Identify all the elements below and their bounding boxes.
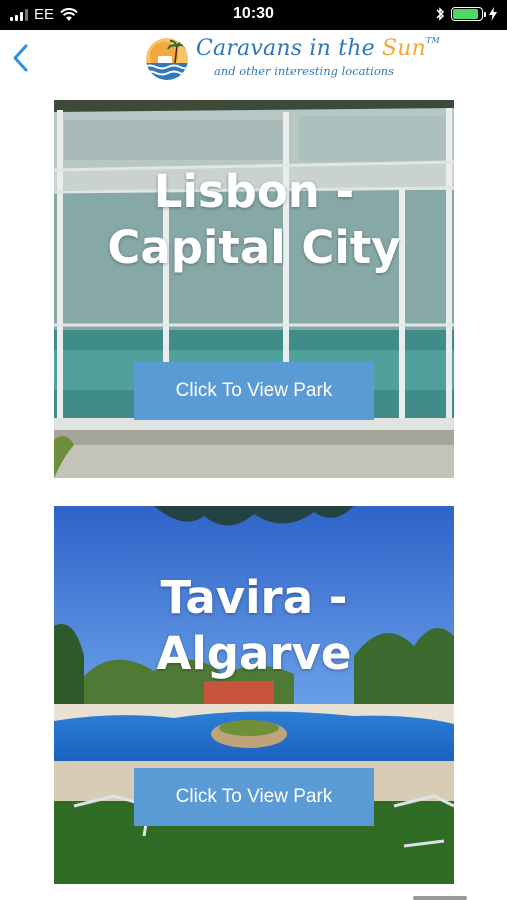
- park-image-tavira: [54, 506, 454, 884]
- status-time: 10:30: [233, 5, 274, 22]
- logo-name: Caravans in the SunTM: [196, 36, 440, 61]
- park-title-line1: Lisbon -: [153, 165, 355, 218]
- view-park-button-tavira[interactable]: Click To View Park: [134, 768, 374, 826]
- battery-level: [453, 9, 479, 19]
- scroll-indicator[interactable]: [413, 896, 467, 900]
- park-title-lisbon: Lisbon - Capital City: [54, 164, 454, 276]
- park-image-lisbon: [54, 100, 454, 478]
- battery-icon: [451, 7, 486, 21]
- park-title-line2: Algarve: [156, 627, 352, 680]
- logo-trademark: TM: [426, 36, 440, 45]
- park-title-line1: Tavira -: [160, 571, 348, 624]
- charging-icon: [489, 7, 497, 21]
- park-card-tavira: Tavira - Algarve Click To View Park: [54, 506, 454, 884]
- park-title-tavira: Tavira - Algarve: [54, 570, 454, 682]
- status-bar: EE 10:30: [0, 0, 507, 30]
- logo-name-accent: Sun: [382, 36, 427, 61]
- app-logo: Caravans in the SunTM and other interest…: [144, 34, 440, 84]
- logo-name-main: Caravans in the: [196, 36, 382, 61]
- bluetooth-icon: [436, 7, 445, 21]
- park-title-line2: Capital City: [107, 221, 401, 274]
- logo-sun-icon: [146, 38, 188, 80]
- chevron-left-icon: [13, 44, 28, 72]
- view-park-button-lisbon[interactable]: Click To View Park: [134, 362, 374, 420]
- nav-header: Caravans in the SunTM and other interest…: [0, 30, 507, 90]
- park-card-lisbon: Lisbon - Capital City Click To View Park: [54, 100, 454, 478]
- status-right: [435, 6, 497, 22]
- back-button[interactable]: [8, 40, 38, 76]
- logo-tagline: and other interesting locations: [214, 64, 395, 78]
